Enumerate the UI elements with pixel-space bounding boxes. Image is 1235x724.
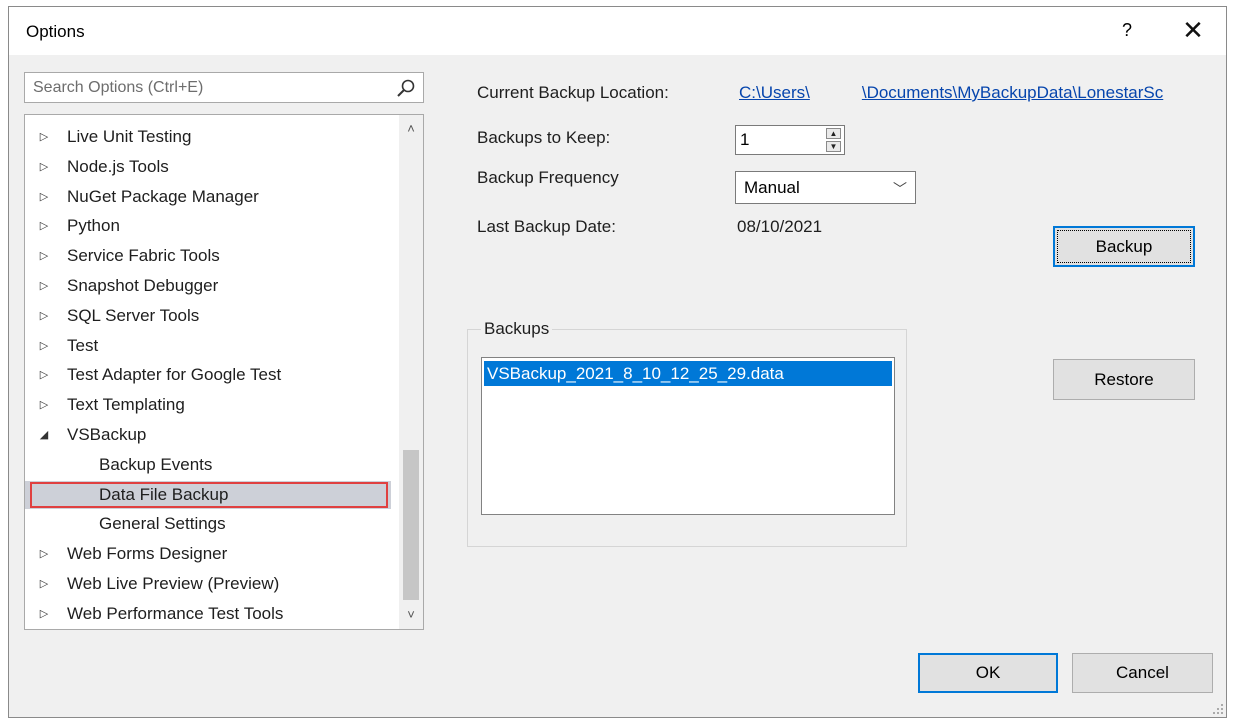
scroll-thumb[interactable] xyxy=(403,450,419,600)
tree-item[interactable]: ▷ Test Adapter for Google Test xyxy=(25,361,391,389)
collapsed-arrow-icon[interactable]: ▷ xyxy=(37,361,51,389)
title-bar[interactable]: Options ? ✕ xyxy=(9,7,1226,55)
focus-rect xyxy=(1057,230,1191,263)
tree-item-label: Test xyxy=(67,335,99,355)
tree-item[interactable]: ▷ Web Performance Test Tools xyxy=(25,600,391,628)
tree-item-label: Backup Events xyxy=(99,454,213,474)
backup-frequency-select[interactable]: Manual ﹀ xyxy=(735,171,916,204)
keep-value[interactable]: 1 xyxy=(740,130,749,150)
location-path-start: C:\Users\ xyxy=(739,83,810,102)
search-icon[interactable] xyxy=(396,78,416,98)
frequency-label: Backup Frequency xyxy=(477,168,619,187)
chevron-down-icon[interactable]: ﹀ xyxy=(893,179,907,199)
tree-item[interactable]: ▷ Text Templating xyxy=(25,391,391,419)
resize-grip-icon[interactable] xyxy=(1212,703,1224,715)
tree-item[interactable]: General Settings xyxy=(25,510,391,538)
collapsed-arrow-icon[interactable]: ▷ xyxy=(37,272,51,300)
list-item[interactable]: VSBackup_2021_8_10_12_25_29.data xyxy=(484,361,892,386)
tree-item-label: Web Performance Test Tools xyxy=(67,603,284,623)
location-path-end: \Documents\MyBackupData\LonestarSc xyxy=(861,83,1164,102)
collapsed-arrow-icon[interactable]: ▷ xyxy=(37,153,51,181)
last-date-label: Last Backup Date: xyxy=(477,217,616,236)
restore-button[interactable]: Restore xyxy=(1053,359,1195,400)
collapsed-arrow-icon[interactable]: ▷ xyxy=(37,540,51,568)
collapsed-arrow-icon[interactable]: ▷ xyxy=(37,212,51,240)
dialog-title: Options xyxy=(26,22,85,41)
collapsed-arrow-icon[interactable]: ▷ xyxy=(37,570,51,598)
collapsed-arrow-icon[interactable]: ▷ xyxy=(37,123,51,151)
tree-item[interactable]: ▷ Service Fabric Tools xyxy=(25,242,391,270)
tree-item-label: SQL Server Tools xyxy=(67,305,200,325)
tree-item-label: Service Fabric Tools xyxy=(67,246,220,266)
tree-item[interactable]: ▷ Web Forms Designer xyxy=(25,540,391,568)
collapsed-arrow-icon[interactable]: ▷ xyxy=(37,302,51,330)
tree-item-label: Web Forms Designer xyxy=(67,544,228,564)
tree-item[interactable]: ▷ Python xyxy=(25,212,391,240)
tree-item-label: Node.js Tools xyxy=(67,156,169,176)
tree-item[interactable]: ▷ Web Live Preview (Preview) xyxy=(25,570,391,598)
stepper-up-icon[interactable]: ▲ xyxy=(826,128,841,139)
tree-item-label: NuGet Package Manager xyxy=(67,186,259,206)
tree-item-label: Snapshot Debugger xyxy=(67,276,219,295)
close-button[interactable]: ✕ xyxy=(1173,13,1213,47)
tree-item[interactable]: ▷ Snapshot Debugger xyxy=(25,272,391,300)
tree-scrollbar[interactable]: ˄ ˅ xyxy=(399,115,423,629)
expanded-arrow-icon[interactable]: ◢ xyxy=(37,421,51,449)
location-label: Current Backup Location: xyxy=(477,83,669,102)
tree-item-label: VSBackup xyxy=(67,425,147,444)
tree-item-label: Python xyxy=(67,216,120,236)
tree-item-label: Live Unit Testing xyxy=(67,127,192,146)
frequency-value: Manual xyxy=(744,178,800,197)
cancel-button[interactable]: Cancel xyxy=(1072,653,1213,693)
tree-item-label: Web Live Preview (Preview) xyxy=(67,574,280,593)
tree-item[interactable]: ◢ VSBackup xyxy=(25,421,391,449)
backup-location-link[interactable]: C:\Users\ \Documents\MyBackupData\Lonesta… xyxy=(739,83,1163,103)
tree-item[interactable]: Backup Events xyxy=(25,451,391,479)
search-box[interactable] xyxy=(24,72,424,103)
scroll-up-icon[interactable]: ˄ xyxy=(399,117,423,141)
tree-item[interactable]: ▷ Live Unit Testing xyxy=(25,123,391,151)
search-input[interactable] xyxy=(33,77,383,98)
collapsed-arrow-icon[interactable]: ▷ xyxy=(37,600,51,628)
backup-button[interactable]: Backup xyxy=(1053,226,1195,267)
last-date-value: 08/10/2021 xyxy=(737,217,823,236)
collapsed-arrow-icon[interactable]: ▷ xyxy=(37,183,51,211)
stepper-buttons: ▲ ▼ xyxy=(826,128,841,152)
ok-button[interactable]: OK xyxy=(918,653,1058,693)
tree-item[interactable]: ▷ SQL Server Tools xyxy=(25,302,391,330)
options-dialog: Options ? ✕ ▷ Live Unit Testing ▷ Node.js T… xyxy=(8,6,1227,718)
tree-item[interactable]: ▷ Node.js Tools xyxy=(25,153,391,181)
tree-item-label: General Settings xyxy=(99,514,226,534)
help-button[interactable]: ? xyxy=(1114,17,1140,43)
tree-item-label: Text Templating xyxy=(67,395,185,415)
backups-list[interactable]: VSBackup_2021_8_10_12_25_29.data xyxy=(481,357,895,515)
tree-item-label: Test Adapter for Google Test xyxy=(67,365,282,385)
tree-item[interactable]: ▷ Test xyxy=(25,332,391,360)
backups-group-title: Backups xyxy=(481,319,553,339)
options-tree[interactable]: ▷ Live Unit Testing ▷ Node.js Tools ▷ NuGet P… xyxy=(24,114,424,630)
backups-to-keep-stepper[interactable]: 1 ▲ ▼ xyxy=(735,125,845,155)
tree-item[interactable]: Data File Backup xyxy=(25,480,391,509)
keep-label: Backups to Keep: xyxy=(477,128,611,147)
tree-item-label: Data File Backup xyxy=(99,484,229,504)
tree-item[interactable]: ▷ NuGet Package Manager xyxy=(25,183,391,211)
collapsed-arrow-icon[interactable]: ▷ xyxy=(37,391,51,419)
stepper-down-icon[interactable]: ▼ xyxy=(826,141,841,152)
collapsed-arrow-icon[interactable]: ▷ xyxy=(37,242,51,270)
collapsed-arrow-icon[interactable]: ▷ xyxy=(37,332,51,360)
scroll-down-icon[interactable]: ˅ xyxy=(399,603,423,627)
